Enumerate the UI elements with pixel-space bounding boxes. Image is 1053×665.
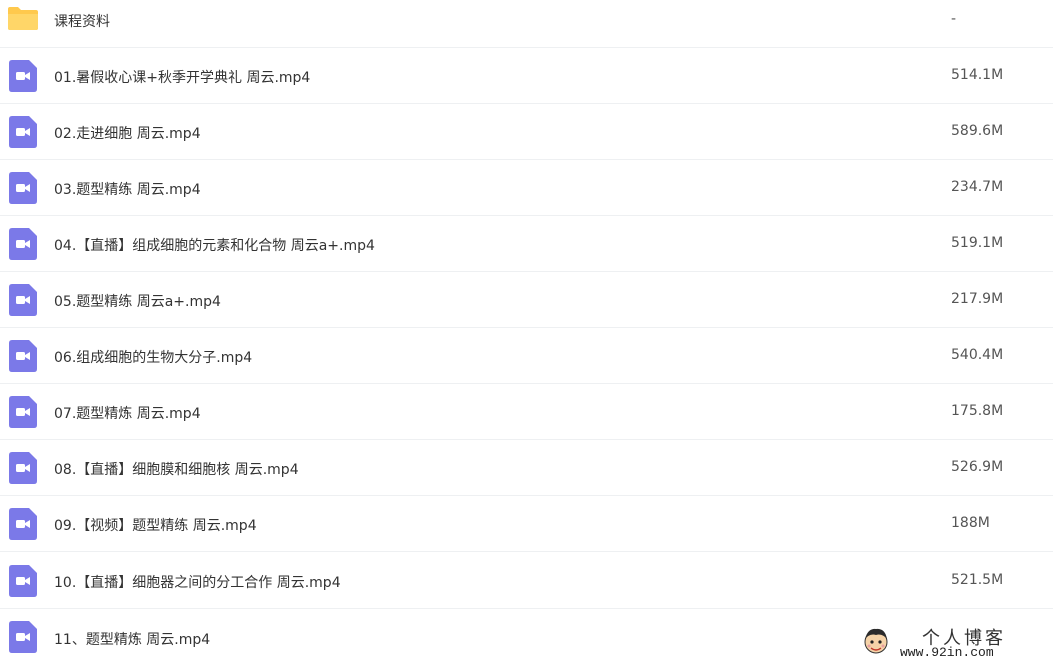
file-name: 09.【视频】题型精练 周云.mp4 bbox=[54, 518, 257, 534]
video-file-icon bbox=[9, 396, 37, 428]
file-row[interactable]: 09.【视频】题型精练 周云.mp4 188M bbox=[0, 496, 1053, 552]
watermark-url: www.92in.com bbox=[900, 645, 994, 660]
file-size: 521.5M bbox=[951, 572, 1004, 588]
video-file-icon bbox=[9, 172, 37, 204]
file-size: 589.6M bbox=[951, 123, 1004, 139]
file-name: 03.题型精练 周云.mp4 bbox=[54, 182, 201, 198]
file-row[interactable]: 03.题型精练 周云.mp4 234.7M bbox=[0, 160, 1053, 216]
file-size: 540.4M bbox=[951, 347, 1004, 363]
file-row[interactable]: 02.走进细胞 周云.mp4 589.6M bbox=[0, 104, 1053, 160]
file-list: 课程资料 - 01.暑假收心课+秋季开学典礼 周云.mp4 514.1M 02.… bbox=[0, 0, 1053, 665]
video-file-icon bbox=[9, 565, 37, 597]
video-file-icon bbox=[9, 116, 37, 148]
video-file-icon bbox=[9, 228, 37, 260]
folder-row[interactable]: 课程资料 - bbox=[0, 0, 1053, 48]
file-row[interactable]: 05.题型精练 周云a+.mp4 217.9M bbox=[0, 272, 1053, 328]
file-size: 175.8M bbox=[951, 403, 1004, 419]
file-name: 11、题型精炼 周云.mp4 bbox=[54, 632, 211, 648]
cartoon-face-icon bbox=[864, 628, 888, 654]
file-row[interactable]: 06.组成细胞的生物大分子.mp4 540.4M bbox=[0, 328, 1053, 384]
video-file-icon bbox=[9, 60, 37, 92]
video-file-icon bbox=[9, 284, 37, 316]
file-size: 526.9M bbox=[951, 459, 1004, 475]
file-row[interactable]: 10.【直播】细胞器之间的分工合作 周云.mp4 521.5M bbox=[0, 553, 1053, 609]
watermark: 个人博客 www.92in.com bbox=[862, 622, 1047, 662]
file-row[interactable]: 08.【直播】细胞膜和细胞核 周云.mp4 526.9M bbox=[0, 440, 1053, 496]
file-name: 10.【直播】细胞器之间的分工合作 周云.mp4 bbox=[54, 575, 341, 591]
video-file-icon bbox=[9, 452, 37, 484]
file-row[interactable]: 04.【直播】组成细胞的元素和化合物 周云a+.mp4 519.1M bbox=[0, 216, 1053, 272]
file-row[interactable]: 01.暑假收心课+秋季开学典礼 周云.mp4 514.1M bbox=[0, 48, 1053, 104]
file-name: 06.组成细胞的生物大分子.mp4 bbox=[54, 350, 253, 366]
folder-icon bbox=[8, 7, 38, 30]
folder-size: - bbox=[951, 11, 957, 27]
file-name: 01.暑假收心课+秋季开学典礼 周云.mp4 bbox=[54, 70, 311, 86]
file-size: 519.1M bbox=[951, 235, 1004, 251]
video-file-icon bbox=[9, 340, 37, 372]
file-name: 04.【直播】组成细胞的元素和化合物 周云a+.mp4 bbox=[54, 238, 375, 254]
folder-name: 课程资料 bbox=[54, 14, 110, 30]
file-size: 514.1M bbox=[951, 67, 1004, 83]
file-row[interactable]: 07.题型精炼 周云.mp4 175.8M bbox=[0, 384, 1053, 440]
file-size: 188M bbox=[951, 515, 990, 531]
file-size: 217.9M bbox=[951, 291, 1004, 307]
video-file-icon bbox=[9, 508, 37, 540]
video-file-icon bbox=[9, 621, 37, 653]
file-name: 02.走进细胞 周云.mp4 bbox=[54, 126, 201, 142]
file-name: 05.题型精练 周云a+.mp4 bbox=[54, 294, 221, 310]
file-name: 07.题型精炼 周云.mp4 bbox=[54, 406, 201, 422]
file-size: 234.7M bbox=[951, 179, 1004, 195]
file-name: 08.【直播】细胞膜和细胞核 周云.mp4 bbox=[54, 462, 299, 478]
